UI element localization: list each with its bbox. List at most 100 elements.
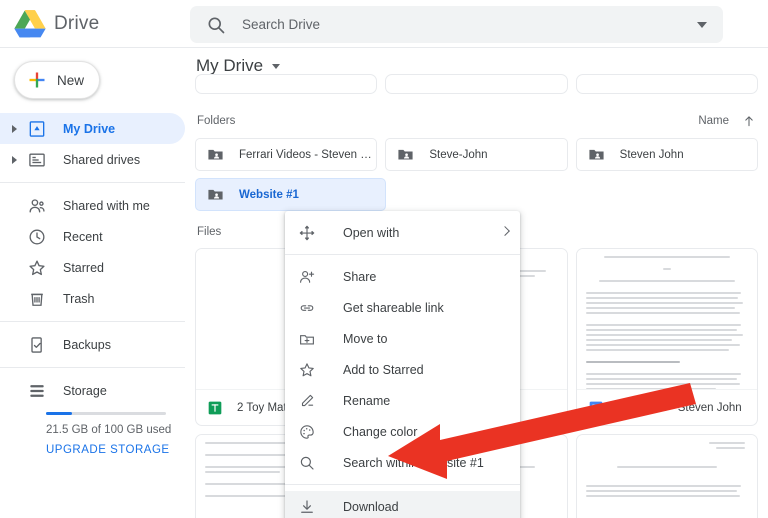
star-icon xyxy=(298,361,316,379)
shared-with-me-icon xyxy=(27,196,47,216)
folder-card[interactable]: Steven John xyxy=(576,138,758,171)
context-menu-item-label: Add to Starred xyxy=(343,363,424,377)
files-section-title: Files xyxy=(197,226,221,238)
context-menu-item-share[interactable]: Share xyxy=(285,261,520,292)
context-menu-item-download[interactable]: Download xyxy=(285,491,520,518)
sidebar-item-label: Shared with me xyxy=(63,199,150,213)
context-menu-item-change-color[interactable]: Change color xyxy=(285,416,520,447)
expand-triangle-icon[interactable] xyxy=(6,125,22,133)
expand-triangle-icon[interactable] xyxy=(6,156,22,164)
file-card-footer: Air Fryers - Steven John xyxy=(577,389,757,425)
partial-card xyxy=(195,74,377,94)
context-menu-item-label: Search within Website #1 xyxy=(343,456,484,470)
storage-progress-fill xyxy=(46,412,72,415)
sidebar-item-label: Shared drives xyxy=(63,153,140,167)
context-menu-item-label: Move to xyxy=(343,332,387,346)
download-icon xyxy=(298,498,316,516)
person-add-icon xyxy=(298,268,316,286)
submenu-chevron-icon xyxy=(500,425,510,435)
context-menu: Open with Share Get shareable link xyxy=(285,211,520,518)
palette-icon xyxy=(298,423,316,441)
folder-card-website-1[interactable]: Website #1 xyxy=(195,178,386,211)
folder-name: Steve-John xyxy=(429,149,487,161)
context-menu-item-label: Rename xyxy=(343,394,390,408)
file-card[interactable] xyxy=(576,434,758,518)
sidebar-divider xyxy=(0,321,185,322)
storage-progress-bar xyxy=(46,412,166,415)
context-menu-item-add-to-starred[interactable]: Add to Starred xyxy=(285,354,520,385)
my-drive-icon xyxy=(27,119,47,139)
folders-row-2: Website #1 xyxy=(185,178,768,211)
file-card-air-fryers[interactable]: Air Fryers - Steven John xyxy=(576,248,758,426)
folders-section-header: Folders Name xyxy=(185,104,768,138)
partial-card xyxy=(576,74,758,94)
sidebar-item-starred[interactable]: Starred xyxy=(0,252,185,283)
link-icon xyxy=(298,299,316,317)
chevron-down-icon[interactable] xyxy=(272,64,280,69)
new-button[interactable]: New xyxy=(14,61,100,99)
context-menu-item-label: Download xyxy=(343,500,399,514)
sidebar-item-recent[interactable]: Recent xyxy=(0,221,185,252)
folder-shared-icon xyxy=(397,146,414,163)
context-menu-item-label: Open with xyxy=(343,226,399,240)
sidebar-nav: My Drive Shared drives xyxy=(0,113,185,456)
google-sheets-icon xyxy=(207,400,223,416)
breadcrumb-title: My Drive xyxy=(196,56,263,76)
partial-card xyxy=(385,74,567,94)
storage-usage-text: 21.5 GB of 100 GB used xyxy=(46,424,185,436)
sidebar-item-trash[interactable]: Trash xyxy=(0,283,185,314)
sort-control[interactable]: Name xyxy=(698,114,756,128)
search-input[interactable] xyxy=(242,17,697,32)
google-docs-icon xyxy=(588,400,604,416)
folder-card[interactable]: Ferrari Videos - Steven John xyxy=(195,138,377,171)
sidebar-item-label: Trash xyxy=(63,292,95,306)
sidebar-item-label: Backups xyxy=(63,338,111,352)
google-drive-logo-icon xyxy=(14,10,46,38)
sidebar: New My Drive xyxy=(0,48,185,518)
context-menu-item-open-with[interactable]: Open with xyxy=(285,217,520,248)
new-button-label: New xyxy=(57,73,84,88)
context-menu-item-move-to[interactable]: Move to xyxy=(285,323,520,354)
sidebar-item-storage[interactable]: Storage xyxy=(0,375,185,406)
folders-section-title: Folders xyxy=(197,115,235,127)
sidebar-item-label: Storage xyxy=(63,384,107,398)
plus-icon xyxy=(27,70,47,90)
brand-area[interactable]: Drive xyxy=(0,0,185,48)
top-bar: Drive xyxy=(0,0,768,48)
folder-name: Ferrari Videos - Steven John xyxy=(239,149,376,161)
open-with-icon xyxy=(298,224,316,242)
folder-name: Website #1 xyxy=(239,189,299,201)
sidebar-item-my-drive[interactable]: My Drive xyxy=(0,113,185,144)
trash-icon xyxy=(27,289,47,309)
folder-shared-icon xyxy=(207,146,224,163)
context-menu-item-label: Get shareable link xyxy=(343,301,444,315)
file-name: Air Fryers - Steven John xyxy=(618,402,742,414)
arrow-up-icon[interactable] xyxy=(742,114,756,128)
clock-icon xyxy=(27,227,47,247)
context-menu-item-rename[interactable]: Rename xyxy=(285,385,520,416)
sidebar-item-shared-drives[interactable]: Shared drives xyxy=(0,144,185,175)
context-menu-divider xyxy=(285,484,520,485)
sort-label: Name xyxy=(698,115,729,127)
storage-icon xyxy=(27,381,47,401)
folder-shared-icon xyxy=(207,186,224,203)
submenu-chevron-icon xyxy=(500,226,510,236)
context-menu-item-search-within[interactable]: Search within Website #1 xyxy=(285,447,520,478)
folder-name: Steven John xyxy=(620,149,684,161)
upgrade-storage-link[interactable]: UPGRADE STORAGE xyxy=(46,444,185,456)
sidebar-item-shared-with-me[interactable]: Shared with me xyxy=(0,190,185,221)
file-thumbnail xyxy=(577,249,757,389)
context-menu-divider xyxy=(285,254,520,255)
chevron-down-icon[interactable] xyxy=(697,22,707,28)
search-bar[interactable] xyxy=(190,6,723,43)
sidebar-divider xyxy=(0,182,185,183)
brand-name: Drive xyxy=(54,13,99,35)
sidebar-item-label: My Drive xyxy=(63,122,115,136)
star-icon xyxy=(27,258,47,278)
sidebar-divider xyxy=(0,367,185,368)
pencil-icon xyxy=(298,392,316,410)
sidebar-item-backups[interactable]: Backups xyxy=(0,329,185,360)
move-to-icon xyxy=(298,330,316,348)
context-menu-item-get-shareable-link[interactable]: Get shareable link xyxy=(285,292,520,323)
folder-card[interactable]: Steve-John xyxy=(385,138,567,171)
